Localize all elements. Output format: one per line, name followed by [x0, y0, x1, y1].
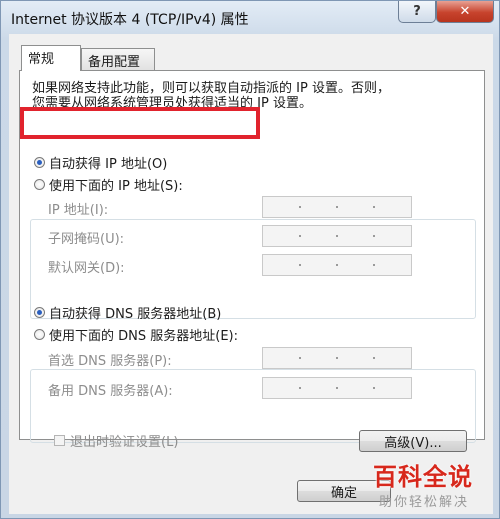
octet-separator	[335, 235, 338, 237]
radio-unselected-icon	[34, 179, 45, 190]
radio-selected-icon	[34, 157, 45, 168]
close-button[interactable]: ✕	[436, 1, 494, 23]
octet-separator	[373, 357, 376, 359]
watermark-subtitle: 助你轻松解决	[379, 495, 470, 510]
octet-separator	[335, 387, 338, 389]
octet-separator	[373, 264, 376, 266]
subnet-mask-input[interactable]	[262, 225, 412, 247]
preferred-dns-label: 首选 DNS 服务器(P):	[48, 354, 172, 369]
close-icon: ✕	[459, 4, 471, 19]
validate-settings-label: 退出时验证设置(L)	[70, 435, 179, 450]
octet-separator	[335, 357, 338, 359]
default-gateway-label: 默认网关(D):	[48, 261, 125, 276]
octet-separator	[373, 235, 376, 237]
subnet-mask-label: 子网掩码(U):	[48, 232, 125, 247]
alternate-dns-input[interactable]	[262, 377, 412, 399]
obtain-ip-automatically-label: 自动获得 IP 地址(O)	[49, 157, 168, 172]
title-bar[interactable]: Internet 协议版本 4 (TCP/IPv4) 属性 ? ✕	[1, 1, 499, 35]
use-following-ip-radio[interactable]: 使用下面的 IP 地址(S):	[34, 175, 187, 194]
validate-settings-checkbox[interactable]: 退出时验证设置(L)	[54, 431, 178, 450]
obtain-ip-automatically-radio[interactable]: 自动获得 IP 地址(O)	[34, 153, 167, 172]
red-highlight-box	[20, 107, 260, 139]
octet-separator	[335, 264, 338, 266]
checkbox-box	[54, 435, 65, 446]
tcpip-properties-dialog: Internet 协议版本 4 (TCP/IPv4) 属性 ? ✕ 常规 备用配…	[0, 0, 500, 519]
radio-unselected-icon	[34, 329, 45, 340]
radio-selected-icon	[34, 307, 45, 318]
obtain-dns-automatically-radio[interactable]: 自动获得 DNS 服务器地址(B)	[34, 303, 221, 322]
description-line-1: 如果网络支持此功能，则可以获取自动指派的 IP 设置。否则，	[32, 81, 390, 96]
tab-alternate-configuration[interactable]: 备用配置	[81, 48, 155, 70]
use-following-dns-radio[interactable]: 使用下面的 DNS 服务器地址(E):	[34, 325, 242, 344]
octet-separator	[298, 357, 301, 359]
use-following-ip-label: 使用下面的 IP 地址(S):	[49, 179, 183, 194]
watermark-title: 百科全说	[373, 463, 473, 491]
octet-separator	[335, 206, 338, 208]
preferred-dns-input[interactable]	[262, 347, 412, 369]
dialog-client-area: 常规 备用配置 如果网络支持此功能，则可以获取自动指派的 IP 设置。否则， 您…	[9, 34, 493, 514]
advanced-button[interactable]: 高级(V)...	[359, 430, 467, 452]
octet-separator	[373, 206, 376, 208]
watermark-logo: 百科全说 助你轻松解决	[373, 457, 493, 517]
default-gateway-input[interactable]	[262, 254, 412, 276]
alternate-dns-label: 备用 DNS 服务器(A):	[48, 384, 173, 399]
tab-general[interactable]: 常规	[21, 45, 81, 71]
octet-separator	[298, 235, 301, 237]
octet-separator	[298, 387, 301, 389]
window-title: Internet 协议版本 4 (TCP/IPv4) 属性	[11, 12, 249, 28]
ip-address-label: IP 地址(I):	[48, 203, 109, 218]
obtain-dns-automatically-label: 自动获得 DNS 服务器地址(B)	[49, 307, 222, 322]
octet-separator	[298, 206, 301, 208]
help-button[interactable]: ?	[398, 1, 436, 23]
ip-address-input[interactable]	[262, 196, 412, 218]
use-following-dns-label: 使用下面的 DNS 服务器地址(E):	[49, 329, 238, 344]
octet-separator	[373, 387, 376, 389]
octet-separator	[298, 264, 301, 266]
